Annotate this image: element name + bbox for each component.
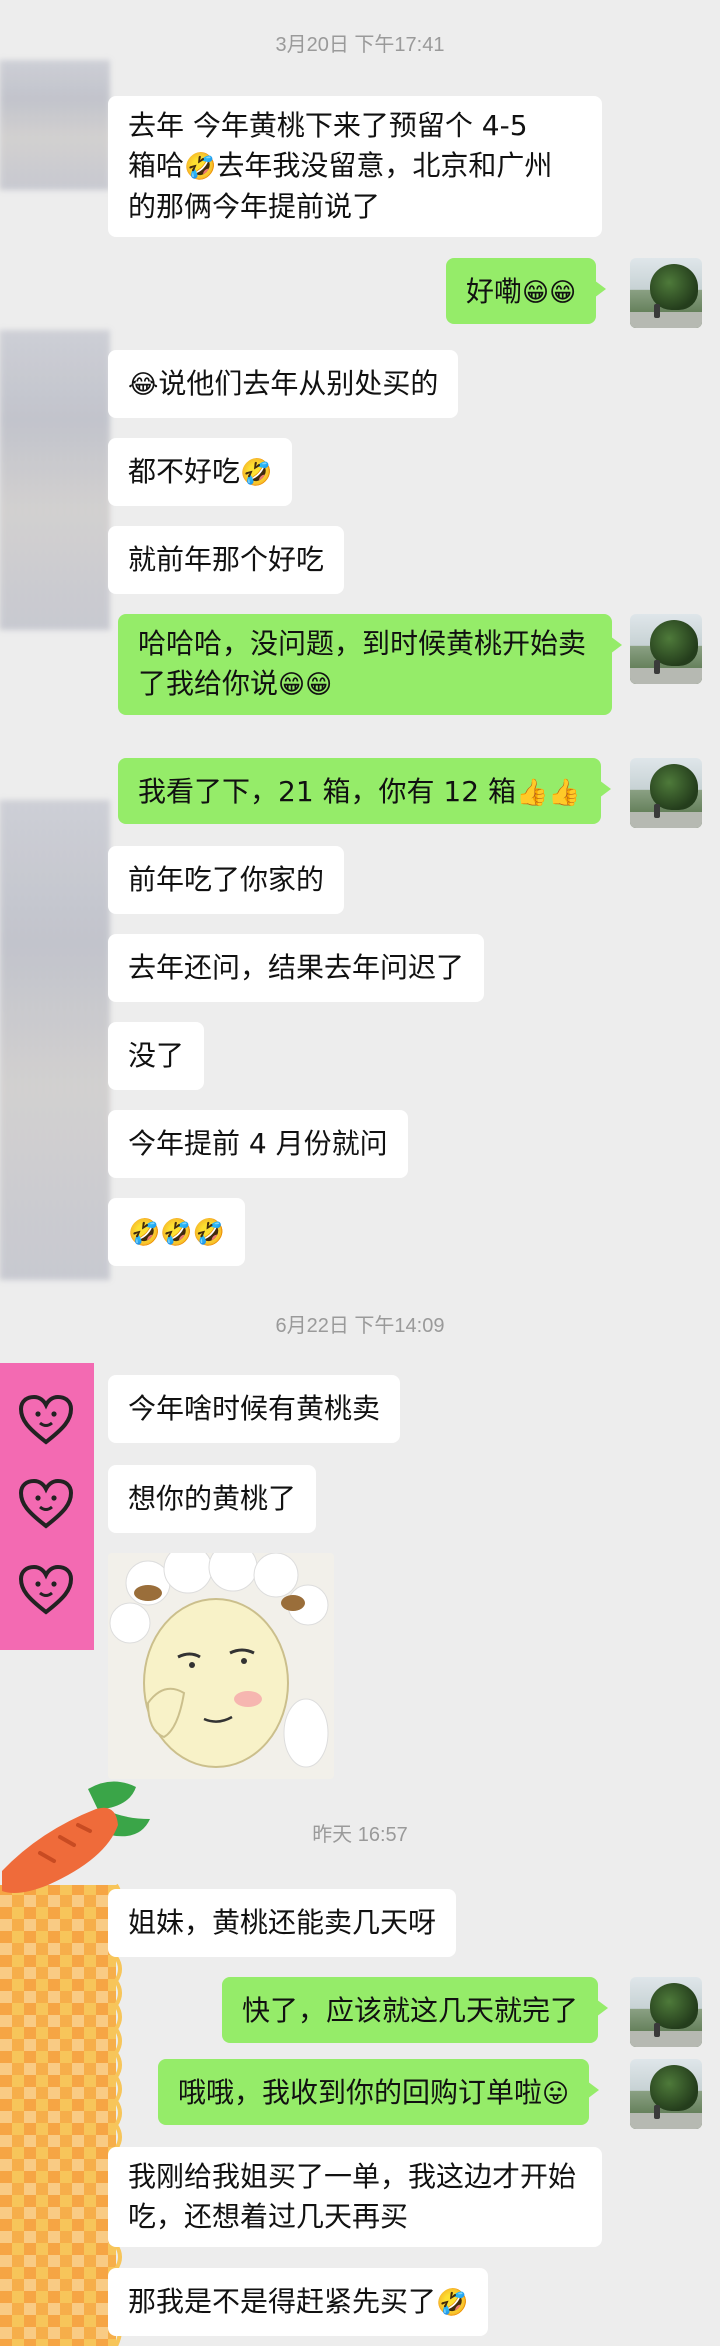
timestamp: 6月22日 下午14:09 (275, 1315, 445, 1337)
message-bubble-received[interactable]: 前年吃了你家的 (108, 846, 345, 914)
road-shape (630, 668, 702, 684)
rofl-emoji-icon: 🤣 (436, 2288, 469, 2318)
message-bubble-received[interactable]: 去年 今年黄桃下来了预留个 4-5 箱哈🤣去年我没留意，北京和广州 的那俩今年提… (108, 96, 602, 237)
message-bubble-received[interactable]: 那我是不是得赶紧先买了🤣 (108, 2268, 489, 2336)
message-text: 就前年那个好吃 (128, 543, 325, 576)
my-avatar[interactable] (630, 1977, 702, 2047)
my-avatar[interactable] (630, 258, 702, 328)
carrot-icon (0, 1781, 150, 2346)
my-avatar[interactable] (630, 2059, 702, 2129)
message-text: 今年啥时候有黄桃卖 (128, 1392, 381, 1425)
person-shape (654, 2023, 660, 2037)
thumbs-up-emoji-icon: 👍 (515, 778, 549, 808)
timestamp: 3月20日 下午17:41 (275, 34, 445, 56)
message-bubble-received[interactable]: 😂说他们去年从别处买的 (108, 350, 459, 418)
message-text: 说他们去年从别处买的 (158, 367, 439, 400)
message-text: 去年 今年黄桃下来了预留个 4-5 (128, 109, 528, 142)
message-text: 我刚给我姐买了一单，我这边才开始 (128, 2160, 577, 2193)
message-text: 没了 (128, 1039, 185, 1072)
message-text: 的那俩今年提前说了 (128, 190, 381, 223)
message-bubble-received[interactable]: 🤣🤣🤣 (108, 1198, 246, 1266)
message-text: 哈哈哈，没问题，到时候黄桃开始卖 (138, 627, 587, 660)
message-text: 姐妹，黄桃还能卖几天呀 (128, 1906, 437, 1939)
message-bubble-received[interactable]: 姐妹，黄桃还能卖几天呀 (108, 1889, 457, 1957)
rofl-emoji-icon: 🤣 (192, 1218, 226, 1248)
message-text: 去年还问，结果去年问迟了 (128, 951, 465, 984)
my-avatar[interactable] (630, 758, 702, 828)
tongue-emoji-icon: 😛 (542, 2079, 570, 2109)
grin-emoji-icon: 😁 (549, 278, 577, 308)
person-shape (654, 2105, 660, 2119)
message-bubble-sent[interactable]: 我看了下，21 箱，你有 12 箱👍👍 (118, 758, 611, 824)
message-text: 了我给你说😁😁 (138, 667, 333, 700)
message-bubble-received[interactable]: 想你的黄桃了 (108, 1465, 317, 1533)
grin-emoji-icon: 😁 (278, 670, 306, 700)
carrot-avatar[interactable] (0, 1775, 160, 2346)
blurred-avatar-area-3 (0, 800, 110, 1280)
sheep-sticker-icon (108, 1553, 334, 1779)
thumbs-up-emoji-icon: 👍 (548, 778, 581, 808)
message-bubble-sent[interactable]: 哈哈哈，没问题，到时候黄桃开始卖 了我给你说😁😁 (118, 614, 622, 715)
message-text: 快了，应该就这几天就完了 (242, 1994, 579, 2027)
my-avatar[interactable] (630, 614, 702, 684)
message-text: 吃，还想着过几天再买 (128, 2200, 409, 2233)
message-text: 我看了下，21 箱，你有 12 箱 (138, 775, 516, 808)
grin-emoji-icon: 😁 (522, 278, 550, 308)
pink-heart-avatar[interactable] (0, 1363, 94, 1650)
heart-icon (18, 1561, 74, 1619)
heart-icon (18, 1475, 74, 1533)
grin-emoji-icon: 😁 (305, 670, 333, 700)
rofl-emoji-icon: 🤣 (160, 1218, 193, 1248)
message-bubble-received[interactable]: 去年还问，结果去年问迟了 (108, 934, 485, 1002)
sticker-image[interactable] (108, 1553, 334, 1779)
message-text: 箱哈🤣去年我没留意，北京和广州 (128, 149, 553, 182)
laugh-cry-emoji-icon: 😂 (128, 370, 159, 400)
message-bubble-sent[interactable]: 哦哦，我收到你的回购订单啦😛 (158, 2059, 600, 2125)
message-bubble-received[interactable]: 我刚给我姐买了一单，我这边才开始 吃，还想着过几天再买 (108, 2147, 602, 2247)
blurred-avatar-area-1 (0, 60, 110, 190)
message-bubble-received[interactable]: 没了 (108, 1022, 205, 1090)
message-bubble-sent[interactable]: 快了，应该就这几天就完了 (222, 1977, 609, 2043)
message-text: 前年吃了你家的 (128, 863, 325, 896)
message-text: 想你的黄桃了 (128, 1482, 297, 1515)
road-shape (630, 2113, 702, 2129)
person-shape (654, 660, 660, 674)
heart-icon (18, 1391, 74, 1449)
blurred-avatar-area-2 (0, 330, 110, 630)
message-bubble-sent[interactable]: 好嘞😁😁 (446, 258, 607, 324)
message-bubble-received[interactable]: 都不好吃🤣 (108, 438, 293, 506)
message-text: 都不好吃 (128, 455, 241, 488)
rofl-emoji-icon: 🤣 (128, 1218, 161, 1248)
message-text: 哦哦，我收到你的回购订单啦 (178, 2076, 543, 2109)
person-shape (654, 804, 660, 818)
road-shape (630, 812, 702, 828)
rofl-emoji-icon: 🤣 (184, 152, 217, 182)
road-shape (630, 312, 702, 328)
rofl-emoji-icon: 🤣 (240, 458, 273, 488)
message-bubble-received[interactable]: 今年啥时候有黄桃卖 (108, 1375, 401, 1443)
road-shape (630, 2031, 702, 2047)
message-text: 那我是不是得赶紧先买了 (128, 2285, 437, 2318)
person-shape (654, 304, 660, 318)
message-text: 好嘞 (466, 275, 523, 308)
message-text: 今年提前 4 月份就问 (128, 1127, 388, 1160)
message-bubble-received[interactable]: 今年提前 4 月份就问 (108, 1110, 408, 1178)
message-bubble-received[interactable]: 就前年那个好吃 (108, 526, 345, 594)
